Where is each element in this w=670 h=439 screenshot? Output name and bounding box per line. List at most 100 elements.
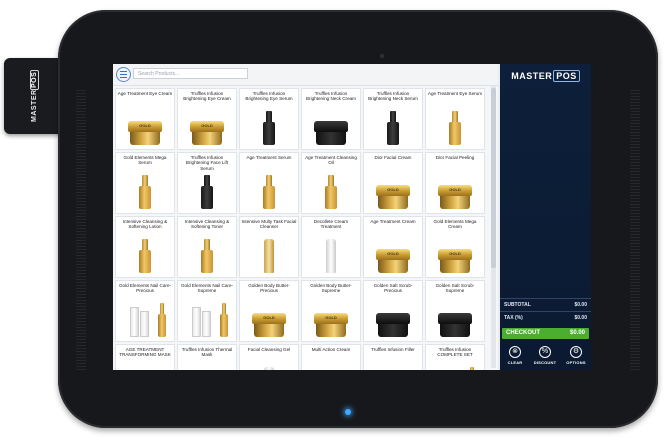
product-tile[interactable]: AGE TREATMENT TRANSFORMING MASK GOLD: [115, 344, 175, 370]
product-tile[interactable]: Golden Body Butter-Supreme GOLD: [301, 280, 361, 342]
product-tile[interactable]: Golden Body Butter-Precious GOLD: [239, 280, 299, 342]
logo-pos: POS: [553, 70, 580, 82]
product-name: AGE TREATMENT TRANSFORMING MASK: [119, 347, 171, 358]
product-image: GOLD: [372, 237, 414, 275]
product-name: Intensive Cleansing & Softening Lotion: [122, 219, 168, 230]
speaker-grille-left: [76, 90, 86, 370]
checkout-label: CHECKOUT: [506, 330, 540, 336]
product-tile[interactable]: Gold Elements Nail Care-Supreme: [177, 280, 237, 342]
discount-label: DISCOUNT: [533, 360, 557, 365]
product-tile[interactable]: Intensive Cleansing & Softening Lotion: [115, 216, 175, 278]
product-image: [434, 301, 476, 339]
product-image: GOLD: [186, 109, 228, 147]
product-tile[interactable]: Intensive Cleansing & Softening Toner: [177, 216, 237, 278]
product-image: [248, 237, 290, 275]
product-grid: Age Treatment Eye Cream GOLD Truffles Infu…: [115, 88, 490, 370]
product-tile[interactable]: Age Treatment Eye Cream GOLD: [115, 88, 175, 150]
subtotal-value: $0.00: [574, 302, 587, 308]
product-image: [310, 109, 352, 147]
product-tile[interactable]: Truffles Infusion Brightening Eye Serum: [239, 88, 299, 150]
clear-button[interactable]: ⊗ CLEAR: [500, 343, 530, 370]
product-image: GOLD: [248, 301, 290, 339]
product-image: GOLD: [434, 173, 476, 211]
discount-icon: %: [539, 346, 551, 358]
product-name: Intensive Multy Task Facial Cleanser: [241, 219, 297, 230]
order-totals: SUBTOTAL $0.00 TAX (%) $0.00: [500, 298, 591, 324]
product-tile[interactable]: Age Treatment Cream GOLD: [363, 216, 423, 278]
product-image: [372, 109, 414, 147]
gear-icon: ⚙: [570, 346, 582, 358]
product-name: Gold Elements Mega Serum: [123, 155, 167, 166]
catalog-scrollbar[interactable]: [491, 86, 496, 368]
product-image: GOLD: [310, 365, 352, 370]
product-image: GOLD: [372, 365, 414, 370]
product-image: [372, 301, 414, 339]
product-tile[interactable]: Truffles Infusion COMPLETE SET: [425, 344, 485, 370]
product-name: Truffles Infusion Brightening Neck Cream: [305, 91, 357, 102]
product-tile[interactable]: Truffles Infusion Thermal Mask GOLD: [177, 344, 237, 370]
reader-brand-text: MASTER: [31, 89, 38, 123]
product-image: GOLD: [372, 173, 414, 211]
clear-label: CLEAR: [507, 360, 523, 365]
product-tile[interactable]: Dior Facial Peeling GOLD: [425, 152, 485, 214]
product-name: Age Treatment Serum: [246, 155, 292, 160]
menu-icon[interactable]: [116, 67, 131, 82]
product-tile[interactable]: Truffles Infusion Brightening Eye Cream G…: [177, 88, 237, 150]
product-name: Truffles Infusion Brightening Eye Serum: [245, 91, 293, 102]
order-sidebar: MASTER POS SUBTOTAL $0.00 TAX (%) $0.00 C…: [500, 64, 591, 370]
product-tile[interactable]: Gold Elements Mega Cream GOLD: [425, 216, 485, 278]
product-tile[interactable]: Golden Salt Scrub-Supreme: [425, 280, 485, 342]
product-tile[interactable]: Dior Facial Cream GOLD: [363, 152, 423, 214]
product-image: [434, 109, 476, 147]
product-image: [310, 173, 352, 211]
product-image: GOLD: [310, 301, 352, 339]
options-button[interactable]: ⚙ OPTIONS: [561, 343, 591, 370]
product-tile[interactable]: Multi Action Cream GOLD: [301, 344, 361, 370]
options-label: OPTIONS: [566, 360, 586, 365]
subtotal-label: SUBTOTAL: [504, 302, 531, 308]
app-logo: MASTER POS: [500, 70, 591, 82]
product-tile[interactable]: Truffles Infusion Brightening Neck Serum: [363, 88, 423, 150]
scrollbar-thumb[interactable]: [491, 88, 496, 268]
product-name: Facial Cleansing Gel: [247, 347, 291, 352]
product-name: Truffles Infusion Brightening Eye Cream: [183, 91, 231, 102]
logo-text: MASTER: [511, 71, 553, 81]
product-name: Age Treatment Eye Cream: [117, 91, 173, 96]
product-image: [248, 109, 290, 147]
product-tile[interactable]: Age Treatment Eye Serum: [425, 88, 485, 150]
search-input[interactable]: Search Products...: [133, 68, 248, 79]
product-tile[interactable]: Gold Elements Nail Care-Precious: [115, 280, 175, 342]
product-name: Age Treatment Cream: [370, 219, 416, 224]
product-tile[interactable]: Truffles Infusion Brightening Face Lift …: [177, 152, 237, 214]
product-tile[interactable]: Decollete Cream Treatment: [301, 216, 361, 278]
product-tile[interactable]: Golden Salt Scrub-Precious: [363, 280, 423, 342]
product-image: [248, 365, 290, 370]
product-name: Dior Facial Peeling: [435, 155, 475, 160]
product-name: Golden Body Butter-Supreme: [310, 283, 352, 294]
product-name: Golden Salt Scrub-Supreme: [435, 283, 475, 294]
checkout-button[interactable]: CHECKOUT $0.00: [502, 328, 589, 339]
product-name: Golden Salt Scrub-Precious: [373, 283, 413, 294]
product-tile[interactable]: Gold Elements Mega Serum: [115, 152, 175, 214]
product-tile[interactable]: Age Treatment Serum: [239, 152, 299, 214]
product-name: Gold Elements Mega Cream: [433, 219, 477, 230]
product-image: [124, 237, 166, 275]
clear-icon: ⊗: [509, 346, 521, 358]
discount-button[interactable]: % DISCOUNT: [530, 343, 560, 370]
product-tile[interactable]: Truffles Infusion Brightening Neck Cream: [301, 88, 361, 150]
product-name: Intensive Cleansing & Softening Toner: [184, 219, 230, 230]
product-name: Multi Action Cream: [311, 347, 351, 352]
product-tile[interactable]: Facial Cleansing Gel: [239, 344, 299, 370]
product-tile[interactable]: Truffles Infusion Filler GOLD: [363, 344, 423, 370]
tax-label: TAX (%): [504, 315, 523, 321]
product-tile[interactable]: Intensive Multy Task Facial Cleanser: [239, 216, 299, 278]
product-catalog: Search Products... Age Treatment Eye Cre…: [113, 64, 498, 370]
product-name: Truffles Infusion COMPLETE SET: [437, 347, 473, 358]
product-tile[interactable]: Age Treatment Cleansing Oil: [301, 152, 361, 214]
product-image: [434, 365, 476, 370]
product-image: [124, 301, 166, 339]
product-image: GOLD: [186, 365, 228, 370]
speaker-grille-right: [630, 90, 640, 370]
product-image: [186, 301, 228, 339]
home-led[interactable]: [345, 409, 351, 415]
